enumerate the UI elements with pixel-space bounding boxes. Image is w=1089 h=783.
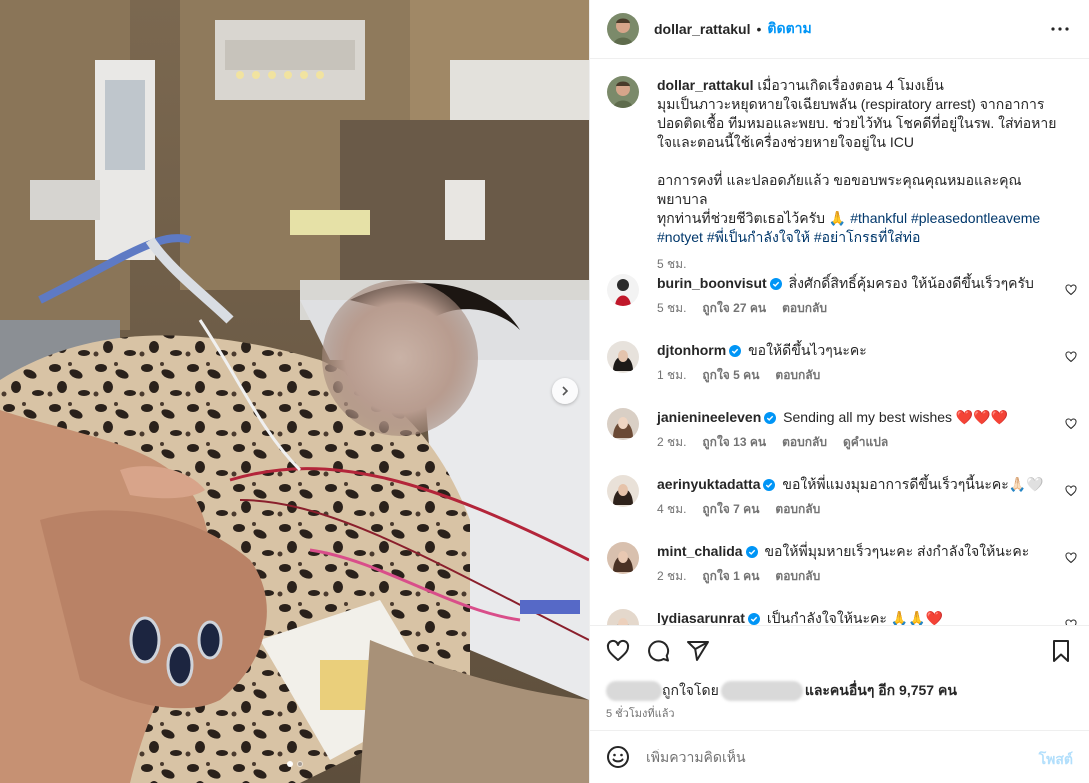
comment-heart-icon[interactable] xyxy=(1065,284,1077,296)
comment-text: เป็นกำลังใจให้นะคะ 🙏🙏❤️ xyxy=(766,610,944,625)
comment-avatar[interactable] xyxy=(607,408,639,440)
comment-item: djtonhorm ขอให้ดีขึ้นไวๆนะคะ 1 ชม. ถูกใจ… xyxy=(607,341,1077,385)
comment-time: 1 ชม. xyxy=(657,368,687,382)
hashtag-support[interactable]: #พี่เป็นกำลังใจให้ xyxy=(707,229,810,245)
caption-time: 5 ชม. xyxy=(657,257,687,271)
post-actions: ถูกใจโดย และคนอื่นๆ อีก 9,757 คน 5 ชั่วโ… xyxy=(590,625,1089,730)
comment-time: 2 ชม. xyxy=(657,569,687,583)
blurred-avatar xyxy=(606,681,662,701)
caption-text: dollar_rattakul เมื่อวานเกิดเรื่องตอน 4 … xyxy=(657,76,1057,247)
comment-avatar[interactable] xyxy=(607,609,639,625)
hashtag-thankful[interactable]: #thankful xyxy=(850,210,907,226)
verified-icon xyxy=(729,345,742,357)
comment-likes[interactable]: ถูกใจ 5 คน xyxy=(702,366,759,385)
caption-avatar[interactable] xyxy=(607,76,639,108)
comment-avatar[interactable] xyxy=(607,542,639,574)
comment-username[interactable]: aerinyuktadatta xyxy=(657,476,760,492)
comment-icon[interactable] xyxy=(646,639,670,663)
post-header: dollar_rattakul • ติดตาม xyxy=(590,0,1089,59)
comment-likes[interactable]: ถูกใจ 7 คน xyxy=(702,500,759,519)
more-options-button[interactable] xyxy=(1048,17,1072,41)
next-slide-button[interactable] xyxy=(552,378,578,404)
caption-line-1: เมื่อวานเกิดเรื่องตอน 4 โมงเย็น xyxy=(757,77,944,93)
post-caption: dollar_rattakul เมื่อวานเกิดเรื่องตอน 4 … xyxy=(607,76,1077,274)
comment-likes[interactable]: ถูกใจ 13 คน xyxy=(702,433,766,452)
comment-text: Sending all my best wishes ❤️❤️❤️ xyxy=(783,409,1009,425)
carousel-dot xyxy=(296,761,303,767)
comment-likes[interactable]: ถูกใจ 1 คน xyxy=(702,567,759,586)
translate-button[interactable]: ดูคำแปล xyxy=(843,433,888,452)
verified-icon xyxy=(769,278,782,290)
caption-line-5: อาการคงที่ และปลอดภัยแล้ว ขอขอบพระคุณคุณ… xyxy=(657,172,1022,207)
post-photo xyxy=(0,0,589,783)
comment-time: 4 ชม. xyxy=(657,502,687,516)
comment-username[interactable]: lydiasarunrat xyxy=(657,610,745,625)
comment-likes[interactable]: ถูกใจ 27 คน xyxy=(702,299,766,318)
comment-time: 5 ชม. xyxy=(657,301,687,315)
likes-summary[interactable]: ถูกใจโดย และคนอื่นๆ อีก 9,757 คน xyxy=(606,680,957,702)
caption-line-6: ทุกท่านที่ช่วยชีวิตเธอไว้ครับ 🙏 xyxy=(657,210,847,226)
heart-icon[interactable] xyxy=(606,639,630,663)
comment-text: ขอให้พี่มุมหายเร็วๆนะคะ ส่งกำลังใจให้นะค… xyxy=(764,543,1030,559)
emoji-icon[interactable] xyxy=(606,745,630,769)
add-comment-bar: โพสต์ xyxy=(590,730,1089,783)
post-panel: dollar_rattakul • ติดตาม dollar_rattakul… xyxy=(589,0,1089,783)
comment-item: mint_chalida ขอให้พี่มุมหายเร็วๆนะคะ ส่ง… xyxy=(607,542,1077,586)
comment-item: janienineeleven Sending all my best wish… xyxy=(607,408,1077,452)
share-icon[interactable] xyxy=(686,639,710,663)
caption-meta: 5 ชม. xyxy=(657,255,1077,274)
ellipsis-icon xyxy=(1051,27,1069,31)
comment-username[interactable]: burin_boonvisut xyxy=(657,275,767,291)
comment-heart-icon[interactable] xyxy=(1065,552,1077,564)
chevron-right-icon xyxy=(562,386,569,396)
comment-time: 2 ชม. xyxy=(657,435,687,449)
caption-username[interactable]: dollar_rattakul xyxy=(657,77,753,93)
bookmark-icon[interactable] xyxy=(1049,639,1073,663)
comment-heart-icon[interactable] xyxy=(1065,418,1077,430)
follow-button[interactable]: ติดตาม xyxy=(767,18,811,40)
caption-line-3: ปอดติดเชื้อ ทีมหมอและพยบ. ช่วยไว้ทัน โชค… xyxy=(657,115,1057,131)
blurred-username xyxy=(720,681,803,701)
comment-username[interactable]: janienineeleven xyxy=(657,409,761,425)
verified-icon xyxy=(764,412,777,424)
verified-icon xyxy=(745,546,758,558)
comment-text: ขอให้ดีขึ้นไวๆนะคะ xyxy=(748,342,867,358)
reply-button[interactable]: ตอบกลับ xyxy=(775,366,820,385)
post-time-ago[interactable]: 5 ชั่วโมงที่แล้ว xyxy=(606,704,675,722)
reply-button[interactable]: ตอบกลับ xyxy=(782,299,827,318)
author-username[interactable]: dollar_rattakul xyxy=(654,21,750,37)
post-media[interactable] xyxy=(0,0,589,783)
author-avatar[interactable] xyxy=(607,13,639,45)
comment-text: สิ่งศักดิ์สิทธิ์คุ้มครอง ให้น้องดีขึ้นเร… xyxy=(788,275,1034,291)
carousel-dots xyxy=(0,761,589,767)
comment-item: aerinyuktadatta ขอให้พี่แมงมุมอาการดีขึ้… xyxy=(607,475,1077,519)
comment-avatar[interactable] xyxy=(607,274,639,306)
post-comment-button[interactable]: โพสต์ xyxy=(1039,749,1073,771)
likes-prefix: ถูกใจโดย xyxy=(662,682,719,698)
comment-username[interactable]: djtonhorm xyxy=(657,342,726,358)
hashtag-notyet[interactable]: #notyet xyxy=(657,229,703,245)
verified-icon xyxy=(747,613,760,625)
comment-text: ขอให้พี่แมงมุมอาการดีขึ้นเร็วๆนี้นะคะ🙏🏻🤍 xyxy=(782,476,1044,492)
reply-button[interactable]: ตอบกลับ xyxy=(782,433,827,452)
comments-list[interactable]: dollar_rattakul เมื่อวานเกิดเรื่องตอน 4 … xyxy=(590,60,1089,625)
header-separator: • xyxy=(756,21,762,37)
comment-item: burin_boonvisut สิ่งศักดิ์สิทธิ์คุ้มครอง… xyxy=(607,274,1077,318)
comment-avatar[interactable] xyxy=(607,341,639,373)
comment-heart-icon[interactable] xyxy=(1065,351,1077,363)
hashtag-tube[interactable]: #อย่าโกรธที่ใส่ท่อ xyxy=(814,229,921,245)
hashtag-pleasedontleaveme[interactable]: #pleasedontleaveme xyxy=(911,210,1040,226)
reply-button[interactable]: ตอบกลับ xyxy=(775,567,820,586)
carousel-dot-active xyxy=(286,761,293,767)
comment-heart-icon[interactable] xyxy=(1065,485,1077,497)
comment-avatar[interactable] xyxy=(607,475,639,507)
comment-username[interactable]: mint_chalida xyxy=(657,543,743,559)
reply-button[interactable]: ตอบกลับ xyxy=(775,500,820,519)
verified-icon xyxy=(763,479,776,491)
caption-line-2: มุมเป็นภาวะหยุดหายใจเฉียบพลัน (respirato… xyxy=(657,96,1045,112)
likes-suffix[interactable]: และคนอื่นๆ อีก 9,757 คน xyxy=(805,680,957,702)
caption-line-4: ใจและตอนนี้ใช้เครื่องช่วยหายใจอยู่ใน ICU xyxy=(657,134,914,150)
comment-item: lydiasarunrat เป็นกำลังใจให้นะคะ 🙏🙏❤️ xyxy=(607,609,1077,625)
comment-input[interactable] xyxy=(646,749,1006,765)
